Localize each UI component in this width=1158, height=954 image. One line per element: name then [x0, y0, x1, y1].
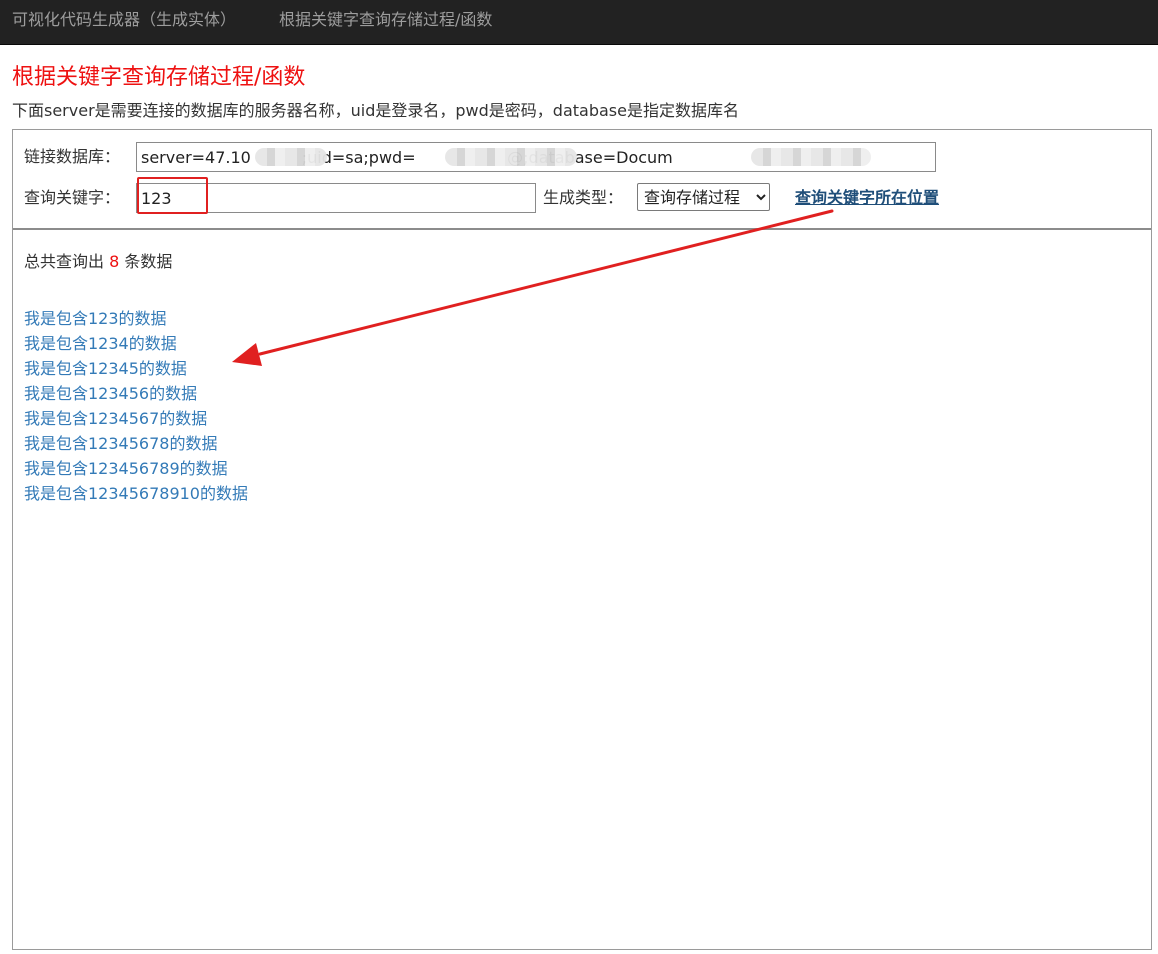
nav-link-keyword-search[interactable]: 根据关键字查询存储过程/函数 [279, 0, 492, 40]
list-item: 我是包含123456的数据 [24, 381, 248, 406]
redaction-blur [255, 148, 327, 166]
result-count: 8 [109, 252, 120, 271]
main-panel: 链接数据库： 查询关键字： 生成类型： 查询存储过程 查询关键字所在位置 总共查… [12, 129, 1152, 950]
result-link[interactable]: 我是包含1234567的数据 [24, 409, 207, 428]
result-link[interactable]: 我是包含123456789的数据 [24, 459, 228, 478]
result-link[interactable]: 我是包含123456的数据 [24, 384, 197, 403]
keyword-input[interactable] [136, 183, 536, 213]
page-description: 下面server是需要连接的数据库的服务器名称，uid是登录名，pwd是密码，d… [12, 101, 739, 120]
connection-label: 链接数据库： [24, 147, 121, 166]
top-navbar: 可视化代码生成器（生成实体） 根据关键字查询存储过程/函数 [0, 0, 1158, 45]
result-summary-prefix: 总共查询出 [24, 252, 110, 271]
result-link[interactable]: 我是包含12345的数据 [24, 359, 187, 378]
keyword-label: 查询关键字： [24, 188, 121, 207]
result-link[interactable]: 我是包含12345678910的数据 [24, 484, 248, 503]
result-summary-suffix: 条数据 [119, 252, 173, 271]
generate-type-select[interactable]: 查询存储过程 [637, 183, 770, 211]
list-item: 我是包含1234的数据 [24, 331, 248, 356]
redaction-blur [751, 148, 871, 166]
list-item: 我是包含12345678910的数据 [24, 481, 248, 506]
result-link[interactable]: 我是包含123的数据 [24, 309, 167, 328]
list-item: 我是包含123的数据 [24, 306, 248, 331]
generate-type-label: 生成类型： [543, 188, 624, 207]
list-item: 我是包含123456789的数据 [24, 456, 248, 481]
query-form: 链接数据库： 查询关键字： 生成类型： 查询存储过程 查询关键字所在位置 [13, 130, 1151, 230]
list-item: 我是包含12345的数据 [24, 356, 248, 381]
result-summary: 总共查询出 8 条数据 [24, 250, 172, 274]
list-item: 我是包含12345678的数据 [24, 431, 248, 456]
list-item: 我是包含1234567的数据 [24, 406, 248, 431]
locate-keyword-link[interactable]: 查询关键字所在位置 [795, 186, 939, 210]
result-link[interactable]: 我是包含12345678的数据 [24, 434, 217, 453]
redaction-blur [445, 148, 577, 166]
result-link[interactable]: 我是包含1234的数据 [24, 334, 177, 353]
nav-link-code-generator[interactable]: 可视化代码生成器（生成实体） [12, 0, 236, 40]
result-list: 我是包含123的数据 我是包含1234的数据 我是包含12345的数据 我是包含… [24, 306, 248, 506]
page-title: 根据关键字查询存储过程/函数 [12, 65, 306, 90]
